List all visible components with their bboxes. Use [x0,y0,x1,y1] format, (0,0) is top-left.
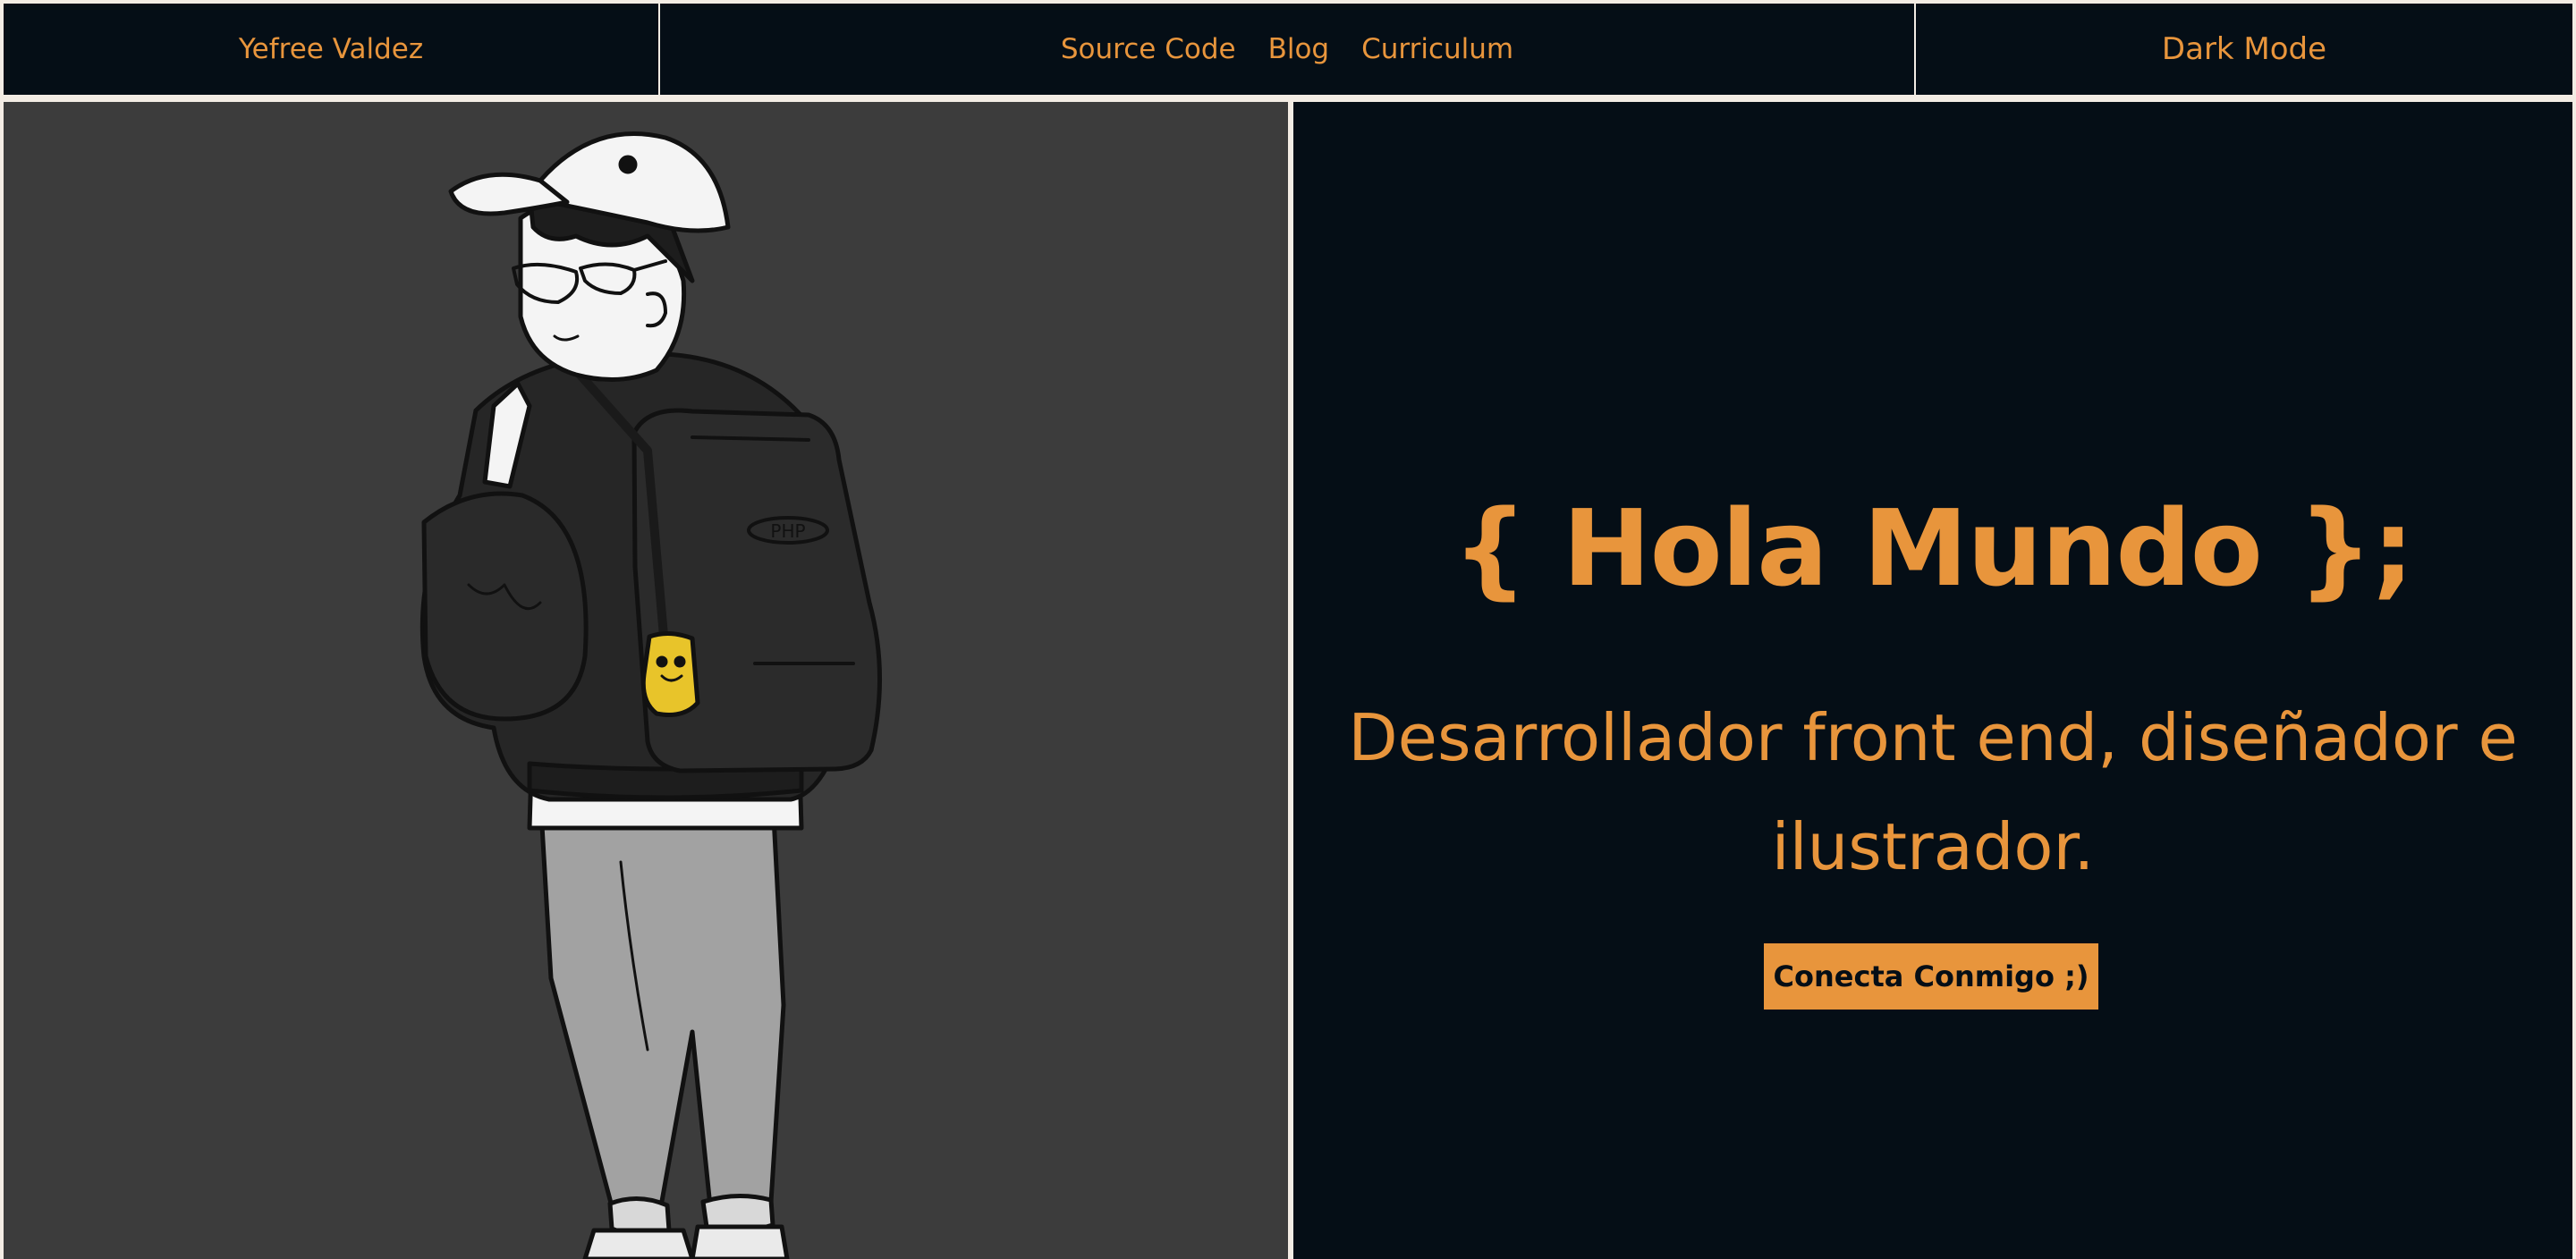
character-with-backpack-illustration: PHP [419,131,883,1259]
portfolio-page: Yefree Valdez Source Code Blog Curriculu… [0,0,2576,1259]
hero-subtitle: Desarrollador front end, diseñador e ilu… [1348,700,2518,884]
dark-mode-toggle[interactable]: Dark Mode [1916,4,2572,95]
hero-intro-panel: { Hola Mundo }; Desarrollador front end,… [1293,102,2572,1259]
brand-link[interactable]: Yefree Valdez [4,4,658,95]
connect-button[interactable]: Conecta Conmigo ;) [1764,943,2098,1010]
top-navigation: Yefree Valdez Source Code Blog Curriculu… [4,4,2572,95]
nav-links: Source Code Blog Curriculum [660,4,1914,95]
nav-link-source-code[interactable]: Source Code [1061,33,1236,65]
nav-link-curriculum[interactable]: Curriculum [1361,33,1513,65]
nav-link-blog[interactable]: Blog [1268,33,1330,65]
hero-illustration-panel: PHP [4,102,1288,1259]
hero-title: { Hola Mundo }; [1452,486,2414,610]
svg-text:PHP: PHP [770,520,805,542]
